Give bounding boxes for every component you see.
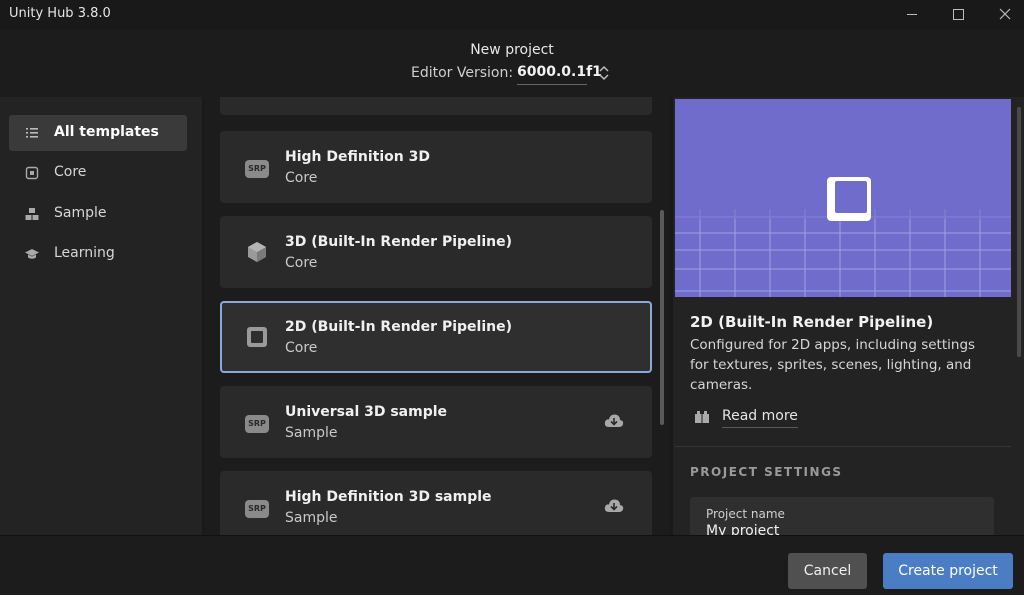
template-card-3d-built-in[interactable]: 3D (Built-In Render Pipeline) Core bbox=[220, 216, 652, 288]
project-name-field[interactable]: Project name My project bbox=[690, 497, 994, 535]
project-settings-heading: PROJECT SETTINGS bbox=[690, 465, 843, 479]
template-list-scrollbar[interactable] bbox=[660, 210, 664, 425]
template-title: High Definition 3D sample bbox=[285, 489, 492, 505]
template-card[interactable] bbox=[220, 97, 652, 115]
template-card-high-definition-3d-sample[interactable]: SRP High Definition 3D sample Sample bbox=[220, 471, 652, 535]
sidebar-item-label: Learning bbox=[54, 245, 115, 261]
close-icon[interactable] bbox=[993, 4, 1017, 24]
cancel-button[interactable]: Cancel bbox=[788, 553, 867, 589]
dialog-header: New project Editor Version: 6000.0.1f1 bbox=[0, 30, 1024, 97]
project-name-label: Project name bbox=[706, 507, 785, 521]
srp-icon: SRP bbox=[245, 156, 269, 178]
template-card-high-definition-3d[interactable]: SRP High Definition 3D Core bbox=[220, 131, 652, 203]
minimize-icon[interactable] bbox=[900, 4, 924, 24]
srp-icon: SRP bbox=[245, 496, 269, 518]
create-project-button[interactable]: Create project bbox=[883, 553, 1013, 589]
core-icon bbox=[25, 166, 39, 180]
detail-panel-scrollbar[interactable] bbox=[1017, 107, 1021, 357]
chevron-up-down-icon[interactable] bbox=[597, 64, 611, 82]
template-title: 2D (Built-In Render Pipeline) bbox=[285, 319, 512, 335]
detail-title: 2D (Built-In Render Pipeline) bbox=[690, 313, 934, 331]
template-category: Sample bbox=[285, 425, 338, 441]
cloud-download-icon[interactable] bbox=[604, 413, 624, 429]
srp-icon: SRP bbox=[245, 411, 269, 433]
template-category: Core bbox=[285, 340, 318, 356]
cloud-download-icon[interactable] bbox=[604, 498, 624, 514]
cube-icon bbox=[248, 242, 266, 262]
read-more-label: Read more bbox=[722, 408, 798, 428]
learning-icon bbox=[25, 249, 39, 259]
sidebar-item-learning[interactable]: Learning bbox=[9, 236, 187, 272]
sidebar-item-label: Sample bbox=[54, 205, 107, 221]
template-detail-panel: 2D (Built-In Render Pipeline) Configured… bbox=[673, 97, 1024, 535]
sidebar-item-label: Core bbox=[54, 164, 87, 180]
template-list: SRP High Definition 3D Core 3D (Built-In… bbox=[204, 97, 670, 535]
title-bar: Unity Hub 3.8.0 bbox=[0, 0, 1024, 30]
template-card-2d-built-in[interactable]: 2D (Built-In Render Pipeline) Core bbox=[220, 301, 652, 373]
editor-version-select[interactable]: 6000.0.1f1 bbox=[517, 64, 602, 85]
template-category: Sample bbox=[285, 510, 338, 526]
template-card-universal-3d-sample[interactable]: SRP Universal 3D sample Sample bbox=[220, 386, 652, 458]
project-name-input[interactable]: My project bbox=[706, 523, 779, 535]
book-icon bbox=[695, 411, 709, 423]
template-title: 3D (Built-In Render Pipeline) bbox=[285, 234, 512, 250]
list-icon bbox=[26, 128, 38, 138]
sample-icon bbox=[25, 208, 39, 220]
template-category: Core bbox=[285, 170, 318, 186]
editor-version-label: Editor Version: bbox=[411, 65, 514, 81]
template-title: High Definition 3D bbox=[285, 149, 430, 165]
sidebar: All templates Core Sample Learning bbox=[0, 97, 203, 535]
detail-description: Configured for 2D apps, including settin… bbox=[690, 337, 976, 393]
page-title: New project bbox=[470, 42, 554, 58]
template-category: Core bbox=[285, 255, 318, 271]
divider bbox=[675, 446, 1011, 447]
grid-preview-graphic bbox=[675, 99, 1011, 297]
template-title: Universal 3D sample bbox=[285, 404, 448, 420]
dialog-footer: Cancel Create project bbox=[0, 535, 1024, 595]
template-preview-image bbox=[675, 99, 1011, 297]
sidebar-item-sample[interactable]: Sample bbox=[9, 196, 187, 232]
window-title: Unity Hub 3.8.0 bbox=[9, 6, 111, 21]
sidebar-item-all-templates[interactable]: All templates bbox=[9, 115, 187, 151]
maximize-icon[interactable] bbox=[946, 4, 970, 24]
sidebar-item-core[interactable]: Core bbox=[9, 155, 187, 191]
sidebar-item-label: All templates bbox=[54, 124, 159, 140]
square-icon bbox=[247, 327, 267, 347]
